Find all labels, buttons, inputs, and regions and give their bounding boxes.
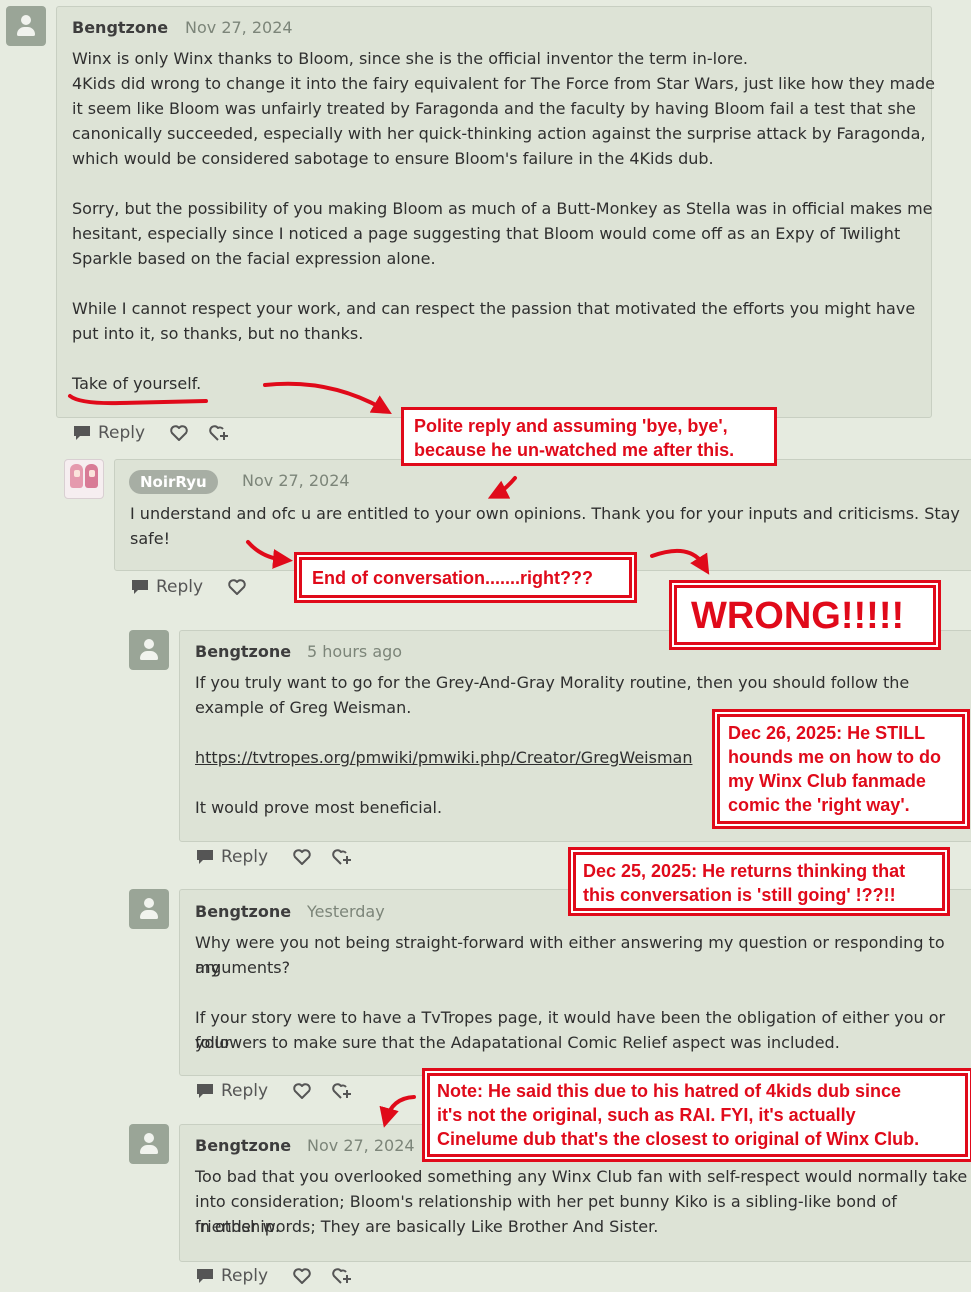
reply-label: Reply bbox=[98, 423, 146, 443]
comment-line: followers to make sure that the Adapatat… bbox=[195, 1033, 840, 1052]
annotation-line: Dec 25, 2025: He returns thinking that bbox=[583, 861, 906, 881]
comment-line: Sparkle based on the facial expression a… bbox=[72, 249, 436, 268]
heart-icon[interactable] bbox=[227, 577, 247, 597]
comment-line: hesitant, especially since I noticed a p… bbox=[72, 224, 901, 243]
comment-line: Sorry, but the possibility of you making… bbox=[72, 199, 933, 218]
reply-button[interactable]: Reply bbox=[195, 1266, 268, 1286]
comment-date: Yesterday bbox=[307, 902, 385, 921]
comment-actions: Reply bbox=[195, 1266, 352, 1286]
heart-plus-icon[interactable] bbox=[209, 423, 229, 443]
reply-button[interactable]: Reply bbox=[195, 1081, 268, 1101]
comment-line: While I cannot respect your work, and ca… bbox=[72, 299, 916, 318]
arrow-to-last-comment bbox=[379, 1095, 416, 1128]
annotation-line: because he un-watched me after this. bbox=[414, 440, 735, 460]
annotation-dec-26: Dec 26, 2025: He STILL hounds me on how … bbox=[717, 714, 965, 824]
annotation-dec-25: Dec 25, 2025: He returns thinking that t… bbox=[573, 852, 945, 911]
annotation-line: Polite reply and assuming 'bye, bye', bbox=[414, 416, 728, 436]
annotation-line: it's not the original, such as RAI. FYI,… bbox=[437, 1105, 856, 1125]
comment-actions: Reply bbox=[72, 423, 229, 443]
comment-date: Nov 27, 2024 bbox=[185, 18, 293, 37]
speech-bubble-icon bbox=[132, 580, 148, 594]
user-avatar-icon[interactable] bbox=[129, 1124, 169, 1164]
annotation-polite-reply: Polite reply and assuming 'bye, bye', be… bbox=[401, 407, 777, 466]
comment-author[interactable]: Bengtzone bbox=[72, 18, 168, 37]
reply-label: Reply bbox=[221, 1081, 269, 1101]
reply-label: Reply bbox=[221, 847, 269, 867]
heart-plus-icon[interactable] bbox=[332, 1081, 352, 1101]
comment-date: Nov 27, 2024 bbox=[242, 471, 350, 490]
speech-bubble-icon bbox=[197, 1084, 213, 1098]
annotation-line: End of conversation.......right??? bbox=[312, 568, 594, 588]
heart-plus-icon[interactable] bbox=[332, 1266, 352, 1286]
heart-plus-icon[interactable] bbox=[332, 847, 352, 867]
comment-date: 5 hours ago bbox=[307, 642, 403, 661]
reply-button[interactable]: Reply bbox=[72, 423, 145, 443]
annotation-wrong: WRONG!!!!! bbox=[674, 585, 936, 645]
comment-line: arguments? bbox=[195, 958, 291, 977]
comment-line: 4Kids did wrong to change it into the fa… bbox=[72, 74, 935, 93]
comment-author[interactable]: Bengtzone bbox=[195, 902, 291, 921]
speech-bubble-icon bbox=[197, 1269, 213, 1283]
user-avatar-icon[interactable] bbox=[64, 459, 104, 499]
heart-icon[interactable] bbox=[169, 423, 189, 443]
heart-icon[interactable] bbox=[292, 1266, 312, 1286]
comment-actions: Reply bbox=[130, 577, 247, 597]
annotation-end-of-conversation: End of conversation.......right??? bbox=[299, 557, 632, 598]
comment-line: In other words; They are basically Like … bbox=[195, 1217, 659, 1236]
comment-link[interactable]: https://tvtropes.org/pmwiki/pmwiki.php/C… bbox=[195, 745, 692, 770]
speech-bubble-icon bbox=[74, 426, 90, 440]
heart-icon[interactable] bbox=[292, 847, 312, 867]
comment-line: If you truly want to go for the Grey-And… bbox=[195, 673, 910, 692]
comment-line: which would be considered sabotage to en… bbox=[72, 149, 714, 168]
comment-line: it seem like Bloom was unfairly treated … bbox=[72, 99, 916, 118]
reply-button[interactable]: Reply bbox=[195, 847, 268, 867]
reply-label: Reply bbox=[221, 1266, 269, 1286]
reply-label: Reply bbox=[156, 577, 204, 597]
comment-line: Too bad that you overlooked something an… bbox=[195, 1167, 968, 1186]
annotation-line: Dec 26, 2025: He STILL bbox=[728, 723, 926, 743]
comment-author[interactable]: Bengtzone bbox=[195, 642, 291, 661]
reply-button[interactable]: Reply bbox=[130, 577, 203, 597]
annotation-line: hounds me on how to do bbox=[728, 747, 941, 767]
annotation-line: Note: He said this due to his hatred of … bbox=[437, 1081, 902, 1101]
heart-icon[interactable] bbox=[292, 1081, 312, 1101]
user-avatar-icon[interactable] bbox=[129, 889, 169, 929]
comment-author[interactable]: Bengtzone bbox=[195, 1136, 291, 1155]
annotation-line: Cinelume dub that's the closest to origi… bbox=[437, 1129, 920, 1149]
comment-line: example of Greg Weisman. bbox=[195, 698, 412, 717]
comment-line: safe! bbox=[130, 529, 171, 548]
user-avatar-icon[interactable] bbox=[6, 6, 46, 46]
annotation-note: Note: He said this due to his hatred of … bbox=[427, 1073, 968, 1157]
comment-author-badge[interactable]: NoirRyu bbox=[129, 470, 218, 494]
comment-line: Winx is only Winx thanks to Bloom, since… bbox=[72, 49, 749, 68]
speech-bubble-icon bbox=[197, 850, 213, 864]
comment-line: I understand and ofc u are entitled to y… bbox=[130, 504, 960, 523]
comment-line: Why were you not being straight-forward … bbox=[195, 933, 945, 977]
annotation-line: this conversation is 'still going' !??!! bbox=[583, 885, 896, 905]
comment-line: canonically succeeded, especially with h… bbox=[72, 124, 926, 143]
comment-line: It would prove most beneficial. bbox=[195, 798, 443, 817]
comment-line: Take of yourself. bbox=[72, 374, 202, 393]
comment-actions: Reply bbox=[195, 1081, 352, 1101]
user-avatar-icon[interactable] bbox=[129, 630, 169, 670]
comment-date: Nov 27, 2024 bbox=[307, 1136, 415, 1155]
annotation-line: WRONG!!!!! bbox=[691, 595, 905, 637]
comment-line: put into it, so thanks, but no thanks. bbox=[72, 324, 364, 343]
annotation-line: comic the 'right way'. bbox=[728, 795, 910, 815]
comment-actions: Reply bbox=[195, 847, 352, 867]
annotation-line: my Winx Club fanmade bbox=[728, 771, 926, 791]
